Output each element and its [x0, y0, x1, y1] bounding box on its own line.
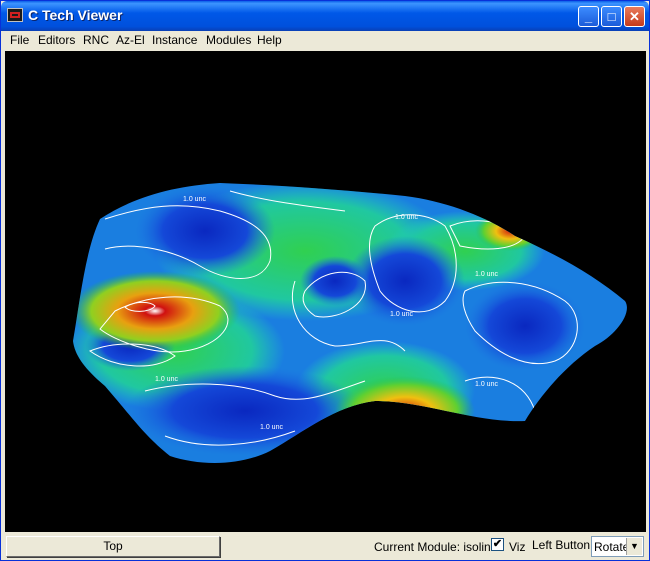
status-bar: Top Current Module: isolines ✔ Viz Left …: [4, 533, 648, 559]
isoline-label: 1.0 unc: [475, 381, 498, 388]
menu-instance[interactable]: Instance: [152, 33, 197, 47]
maximize-button[interactable]: □: [601, 6, 622, 27]
isoline-label: 1.0 unc: [475, 271, 498, 278]
isoline-label: 1.0 unc: [395, 214, 418, 221]
left-button-select[interactable]: Rotate ▼: [591, 536, 644, 557]
menu-modules[interactable]: Modules: [206, 33, 251, 47]
menu-editors[interactable]: Editors: [38, 33, 75, 47]
app-icon[interactable]: [7, 8, 23, 22]
isoline-label: 1.0 unc: [260, 424, 283, 431]
isoline-label: 1.0 unc: [183, 196, 206, 203]
menu-az-el[interactable]: Az-El: [116, 33, 145, 47]
current-module-label: Current Module: isolines: [374, 540, 504, 554]
viz-checkbox[interactable]: ✔: [491, 538, 504, 551]
minimize-icon: _: [584, 9, 593, 24]
title-bar[interactable]: C Tech Viewer _ □ ✕: [1, 1, 649, 31]
isoline-label: 1.0 unc: [390, 311, 413, 318]
app-window: C Tech Viewer _ □ ✕ File Editors RNC Az-…: [0, 0, 650, 561]
top-view-button[interactable]: Top: [6, 536, 220, 557]
window-title: C Tech Viewer: [28, 7, 123, 23]
surface-render: 1.0 unc 1.0 unc 1.0 unc 1.0 unc 1.0 unc …: [73, 183, 627, 463]
menu-bar: File Editors RNC Az-El Instance Modules …: [4, 31, 646, 50]
minimize-button[interactable]: _: [578, 6, 599, 27]
menu-file[interactable]: File: [10, 33, 29, 47]
menu-help[interactable]: Help: [257, 33, 282, 47]
menu-rnc[interactable]: RNC: [83, 33, 109, 47]
3d-viewport[interactable]: 1.0 unc 1.0 unc 1.0 unc 1.0 unc 1.0 unc …: [5, 51, 646, 532]
viz-label: Viz: [509, 540, 526, 554]
maximize-icon: □: [607, 9, 616, 24]
left-button-value: Rotate: [594, 540, 630, 554]
isoline-label: 1.0 unc: [155, 376, 178, 383]
check-icon: ✔: [492, 538, 503, 550]
close-button[interactable]: ✕: [624, 6, 645, 27]
dropdown-arrow-icon[interactable]: ▼: [626, 538, 642, 555]
close-icon: ✕: [629, 9, 640, 24]
left-button-label: Left Button: [532, 538, 591, 552]
